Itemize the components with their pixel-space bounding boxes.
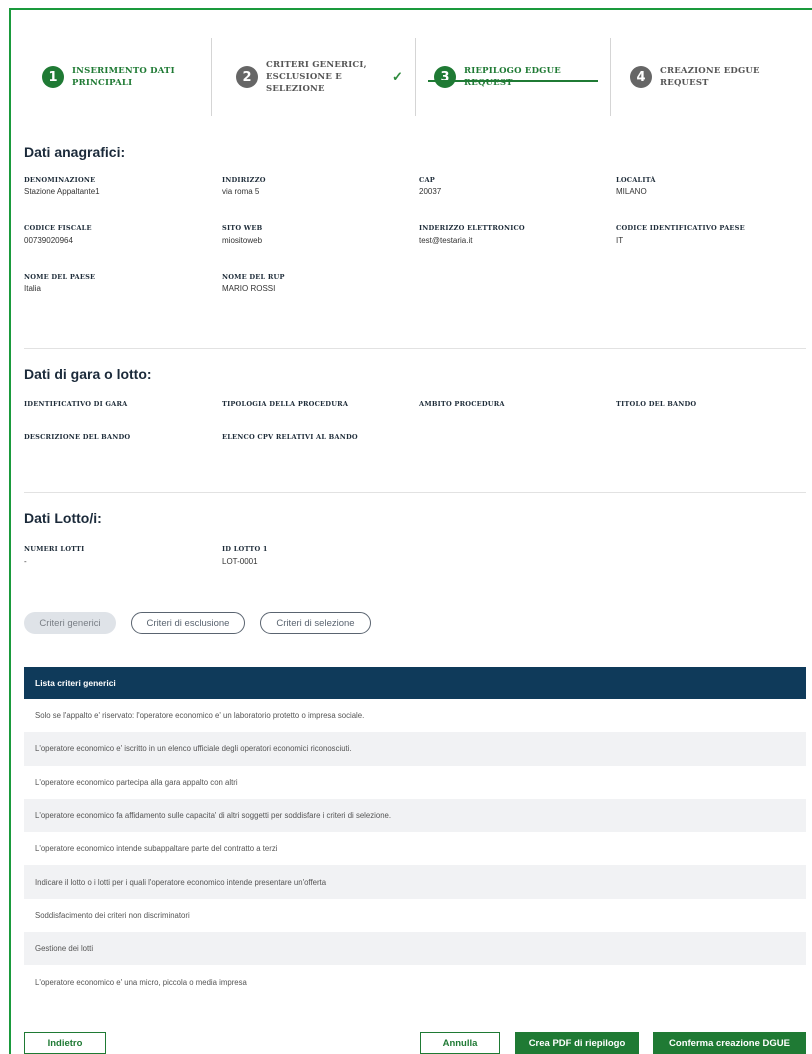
- step-label-line: RIEPILOGO EDGUE: [464, 66, 561, 76]
- tab-criteri-generici[interactable]: Criteri generici: [24, 612, 116, 634]
- field-label-sito-web: SITO WEB: [222, 224, 263, 232]
- step-divider: [415, 38, 416, 116]
- step-1[interactable]: 1 INSERIMENTO DATI PRINCIPALI: [42, 36, 175, 118]
- table-row[interactable]: Soddisfacimento dei criteri non discrimi…: [24, 898, 806, 933]
- table-row[interactable]: Gestione dei lotti: [24, 932, 806, 966]
- step-label-line: INSERIMENTO DATI: [72, 66, 175, 76]
- field-value-localita: MILANO: [616, 187, 647, 196]
- active-step-indicator: [428, 80, 598, 82]
- check-icon: ✓: [392, 69, 403, 84]
- tab-criteri-esclusione[interactable]: Criteri di esclusione: [131, 612, 245, 634]
- step-number: 3: [434, 66, 456, 88]
- step-number: 2: [236, 66, 258, 88]
- step-4[interactable]: 4 CREAZIONE EDGUE REQUEST: [630, 36, 760, 118]
- field-label-nome-rup: NOME DEL RUP: [222, 273, 285, 281]
- field-value-numeri-lotti: -: [24, 557, 27, 566]
- field-label-identificativo-gara: IDENTIFICATIVO DI GARA: [24, 400, 128, 408]
- table-row[interactable]: L'operatore economico e' una micro, picc…: [24, 965, 806, 999]
- field-label-tipologia-procedura: TIPOLOGIA DELLA PROCEDURA: [222, 400, 349, 408]
- field-label-codice-fiscale: CODICE FISCALE: [24, 224, 92, 232]
- field-value-nome-rup: MARIO ROSSI: [222, 284, 276, 293]
- table-row[interactable]: Indicare il lotto o i lotti per i quali …: [24, 865, 806, 899]
- table-header: Lista criteri generici: [24, 667, 806, 699]
- step-label: CRITERI GENERICI, ESCLUSIONE E SELEZIONE: [266, 59, 367, 95]
- step-label-line: PRINCIPALI: [72, 78, 133, 88]
- tab-criteri-selezione[interactable]: Criteri di selezione: [260, 612, 371, 634]
- field-value-indirizzo-elettronico: test@testaria.it: [419, 236, 473, 245]
- table-row[interactable]: L'operatore economico fa affidamento sul…: [24, 798, 806, 833]
- field-label-ambito-procedura: AMBITO PROCEDURA: [419, 400, 505, 408]
- step-number: 4: [630, 66, 652, 88]
- section-title-anagrafici: Dati anagrafici:: [24, 144, 126, 160]
- step-label: CREAZIONE EDGUE REQUEST: [660, 65, 760, 89]
- field-value-codice-fiscale: 00739020964: [24, 236, 73, 245]
- step-number: 1: [42, 66, 64, 88]
- step-label-line: REQUEST: [464, 78, 513, 88]
- step-3[interactable]: 3 RIEPILOGO EDGUE REQUEST: [434, 36, 561, 118]
- step-label-line: ESCLUSIONE E: [266, 72, 342, 82]
- table-row[interactable]: Solo se l'appalto e' riservato: l'operat…: [24, 699, 806, 733]
- cancel-button[interactable]: Annulla: [420, 1032, 500, 1054]
- step-2[interactable]: 2 CRITERI GENERICI, ESCLUSIONE E SELEZIO…: [236, 36, 367, 118]
- section-title-gara: Dati di gara o lotto:: [24, 366, 152, 382]
- field-label-cap: CAP: [419, 176, 435, 184]
- field-label-denominazione: DENOMINAZIONE: [24, 176, 96, 184]
- step-label-line: SELEZIONE: [266, 84, 325, 94]
- field-label-indirizzo-elettronico: INDERIZZO ELETTRONICO: [419, 224, 525, 232]
- confirm-dgue-button[interactable]: Conferma creazione DGUE: [653, 1032, 806, 1054]
- field-label-indirizzo: INDIRIZZO: [222, 176, 266, 184]
- step-divider: [610, 38, 611, 116]
- field-label-nome-paese: NOME DEL PAESE: [24, 273, 96, 281]
- create-pdf-button[interactable]: Crea PDF di riepilogo: [515, 1032, 639, 1054]
- step-label-line: REQUEST: [660, 78, 709, 88]
- step-label-line: CRITERI GENERICI,: [266, 60, 367, 70]
- step-label-line: CREAZIONE EDGUE: [660, 66, 760, 76]
- field-label-numeri-lotti: NUMERI LOTTI: [24, 545, 85, 553]
- field-value-id-lotto: LOT-0001: [222, 557, 258, 566]
- back-button[interactable]: Indietro: [24, 1032, 106, 1054]
- table-row[interactable]: L'operatore economico intende subappalta…: [24, 832, 806, 866]
- section-divider: [24, 348, 806, 349]
- field-label-descrizione-bando: DESCRIZIONE DEL BANDO: [24, 433, 131, 441]
- step-divider: [211, 38, 212, 116]
- field-value-sito-web: miositoweb: [222, 236, 263, 245]
- field-label-titolo-bando: TITOLO DEL BANDO: [616, 400, 697, 408]
- field-label-localita: LOCALITÀ: [616, 176, 656, 184]
- table-row[interactable]: L'operatore economico e' iscritto in un …: [24, 732, 806, 766]
- section-divider: [24, 492, 806, 493]
- field-value-indirizzo: via roma 5: [222, 187, 260, 196]
- field-label-codice-paese: CODICE IDENTIFICATIVO PAESE: [616, 224, 745, 232]
- criteria-table: Lista criteri generici Solo se l'appalto…: [24, 667, 806, 999]
- field-value-codice-paese: IT: [616, 236, 624, 245]
- field-label-elenco-cpv: ELENCO CPV RELATIVI AL BANDO: [222, 433, 358, 441]
- field-label-id-lotto: ID LOTTO 1: [222, 545, 268, 553]
- field-value-denominazione: Stazione Appaltante1: [24, 187, 100, 196]
- field-value-cap: 20037: [419, 187, 442, 196]
- section-title-lotti: Dati Lotto/i:: [24, 510, 102, 526]
- step-label: INSERIMENTO DATI PRINCIPALI: [72, 65, 175, 89]
- wizard-stepper: 1 INSERIMENTO DATI PRINCIPALI 2 CRITERI …: [26, 36, 806, 118]
- step-label: RIEPILOGO EDGUE REQUEST: [464, 65, 561, 89]
- table-row[interactable]: L'operatore economico partecipa alla gar…: [24, 765, 806, 799]
- field-value-nome-paese: Italia: [24, 284, 41, 293]
